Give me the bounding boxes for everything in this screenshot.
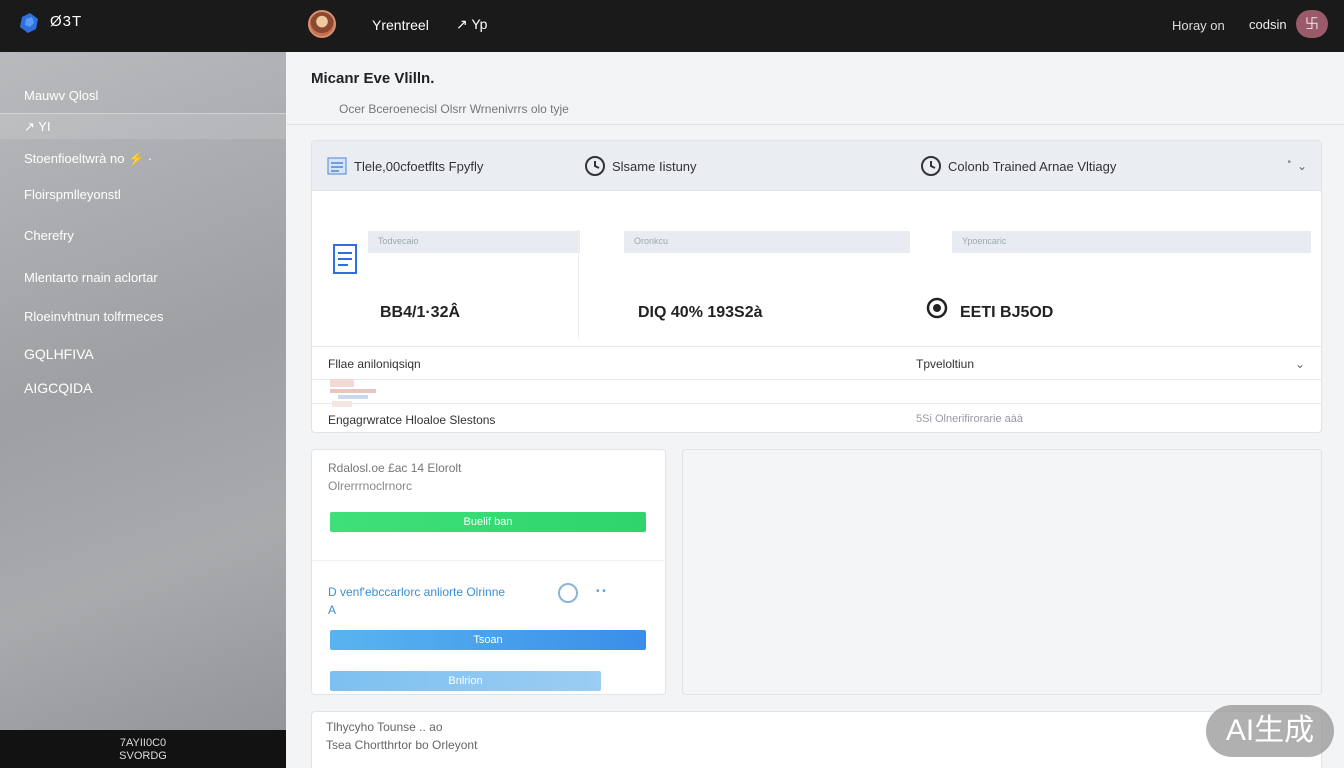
stat-3-band-label: Ypoencaric <box>962 236 1007 246</box>
chevron-down-icon[interactable]: ⌄ <box>1295 357 1305 371</box>
user-avatar[interactable]: ࿕ <box>1296 10 1328 38</box>
light-blue-button[interactable]: Bnlrion <box>330 671 601 691</box>
blue-button[interactable]: Tsoan <box>330 630 646 650</box>
primary-green-button[interactable]: Buelif ban <box>330 512 646 532</box>
tab-2-label: Slsame Iistuny <box>612 158 697 174</box>
row-2-right: 5Si Olnerifirorarie aàà <box>916 413 1023 425</box>
sidebar-item-5[interactable]: Cherefry <box>24 228 74 243</box>
tab-1-label: Tlele,00cfoetflts Fpyfly <box>354 158 484 174</box>
stat-divider <box>578 229 579 339</box>
avatar[interactable] <box>308 10 336 38</box>
stat-card-1[interactable]: Todvecaio BB4/1·32Â <box>322 229 580 347</box>
sidebar-item-9[interactable]: AIGCQIDA <box>24 380 92 396</box>
clock-icon <box>585 156 605 176</box>
tab-dot-icon: • <box>1287 157 1291 168</box>
row-1-left: Fllae aniloniqsiqn <box>328 357 421 371</box>
thumbnail-icon <box>330 379 376 407</box>
header-link-1[interactable]: Horay on <box>1172 18 1225 33</box>
row-2-left: Engagrwratce Hloaloe Slestons <box>328 413 496 427</box>
stat-3-value: EETI BJ5OD <box>960 304 1054 321</box>
sidebar-item-6[interactable]: Mlentarto rnain aclortar <box>24 270 158 285</box>
badge-icon <box>926 297 948 319</box>
bottom-card: Tlhycyho Tounse .. ao Tsea Chortthrtor b… <box>311 711 1322 768</box>
stats-row: Todvecaio BB4/1·32Â Oronkcu DIQ 40% 193S… <box>312 229 1321 347</box>
sidebar-item-4[interactable]: Floirspmlleyonstl <box>24 187 121 202</box>
stat-card-3[interactable]: Ypoencaric EETI BJ5OD <box>926 229 1311 347</box>
sidebar-footer: 7AYII0C0 SVORDG <box>0 730 286 768</box>
sidebar: Mauwv Qlosl ↗ YI Stoenfioeltwrà no ⚡ · F… <box>0 52 286 768</box>
clock-icon <box>921 156 941 176</box>
tab-2[interactable]: Slsame Iistuny <box>584 155 697 177</box>
stat-3-band: Ypoencaric <box>952 231 1311 253</box>
stat-2-band-label: Oronkcu <box>634 236 669 246</box>
action-card: Rdalosl.oe £ac 14 Elorolt Olrerrrnoclrno… <box>311 449 666 695</box>
top-bar: Ø3T Yrentreel ↗ Yp Horay on codsin ࿕ <box>0 0 1344 52</box>
row-divider <box>312 379 1321 380</box>
sidebar-item-7[interactable]: Rloeinvhtnun tolfrmeces <box>24 309 163 324</box>
row-divider <box>312 403 1321 404</box>
option-sublabel: A <box>328 603 337 617</box>
sidebar-item-2-active[interactable]: ↗ YI <box>0 113 286 139</box>
overview-card: Tlele,00cfoetflts Fpyfly Slsame Iistuny … <box>311 140 1322 433</box>
tab-bar: Tlele,00cfoetflts Fpyfly Slsame Iistuny … <box>312 141 1321 191</box>
bottom-card-subtitle: Tsea Chortthrtor bo Orleyont <box>326 738 478 752</box>
tab-3[interactable]: Colonb Trained Arnae Vltiagy <box>920 155 1116 177</box>
empty-panel <box>682 449 1322 695</box>
row-1-right: Tpveloltiun <box>916 357 975 371</box>
tab-3-label: Colonb Trained Arnae Vltiagy <box>948 158 1117 174</box>
bottom-card-title: Tlhycyho Tounse .. ao <box>326 720 443 734</box>
app-brand: Ø3T <box>50 13 83 30</box>
stat-1-value: BB4/1·32Â <box>380 304 461 321</box>
header-divider <box>286 124 1344 125</box>
radio-button[interactable] <box>558 583 578 603</box>
stat-2-band: Oronkcu <box>624 231 910 253</box>
page-subtitle: Ocer Bceroenecisl Olsrr Wrnenivrrs olo t… <box>339 102 569 116</box>
sidebar-item-3[interactable]: Stoenfioeltwrà no ⚡ · <box>24 151 152 167</box>
document-icon <box>333 244 357 274</box>
header-link-2[interactable]: codsin <box>1249 17 1287 32</box>
nav-link-secondary[interactable]: ↗ Yp <box>456 16 487 33</box>
sidebar-item-8[interactable]: GQLHFIVA <box>24 346 94 362</box>
sidebar-item-1[interactable]: Mauwv Qlosl <box>24 88 98 103</box>
nav-link-primary[interactable]: Yrentreel <box>372 17 429 33</box>
list-icon <box>327 157 347 175</box>
dots-icon: • • <box>596 586 606 597</box>
page-title: Micanr Eve Vlilln. <box>311 70 435 87</box>
tab-1[interactable]: Tlele,00cfoetflts Fpyfly <box>326 155 483 177</box>
action-card-subtitle: Olrerrrnoclrnorc <box>328 479 413 493</box>
footer-line-2: SVORDG <box>119 750 167 762</box>
stat-2-value: DIQ 40% 193S2à <box>638 304 763 321</box>
section-divider <box>312 560 665 561</box>
ai-watermark: AI生成 <box>1206 705 1334 757</box>
option-label: D venf'ebccarlorc anliorte Olrinne <box>328 585 506 599</box>
chevron-down-icon[interactable]: ⌄ <box>1297 159 1307 173</box>
stat-1-band-label: Todvecaio <box>378 236 419 246</box>
stat-card-2[interactable]: Oronkcu DIQ 40% 193S2à <box>600 229 910 347</box>
stat-1-band: Todvecaio <box>368 231 580 253</box>
app-logo-icon[interactable] <box>18 11 40 35</box>
action-card-title: Rdalosl.oe £ac 14 Elorolt <box>328 461 462 475</box>
footer-line-1: 7AYII0C0 <box>119 737 167 749</box>
